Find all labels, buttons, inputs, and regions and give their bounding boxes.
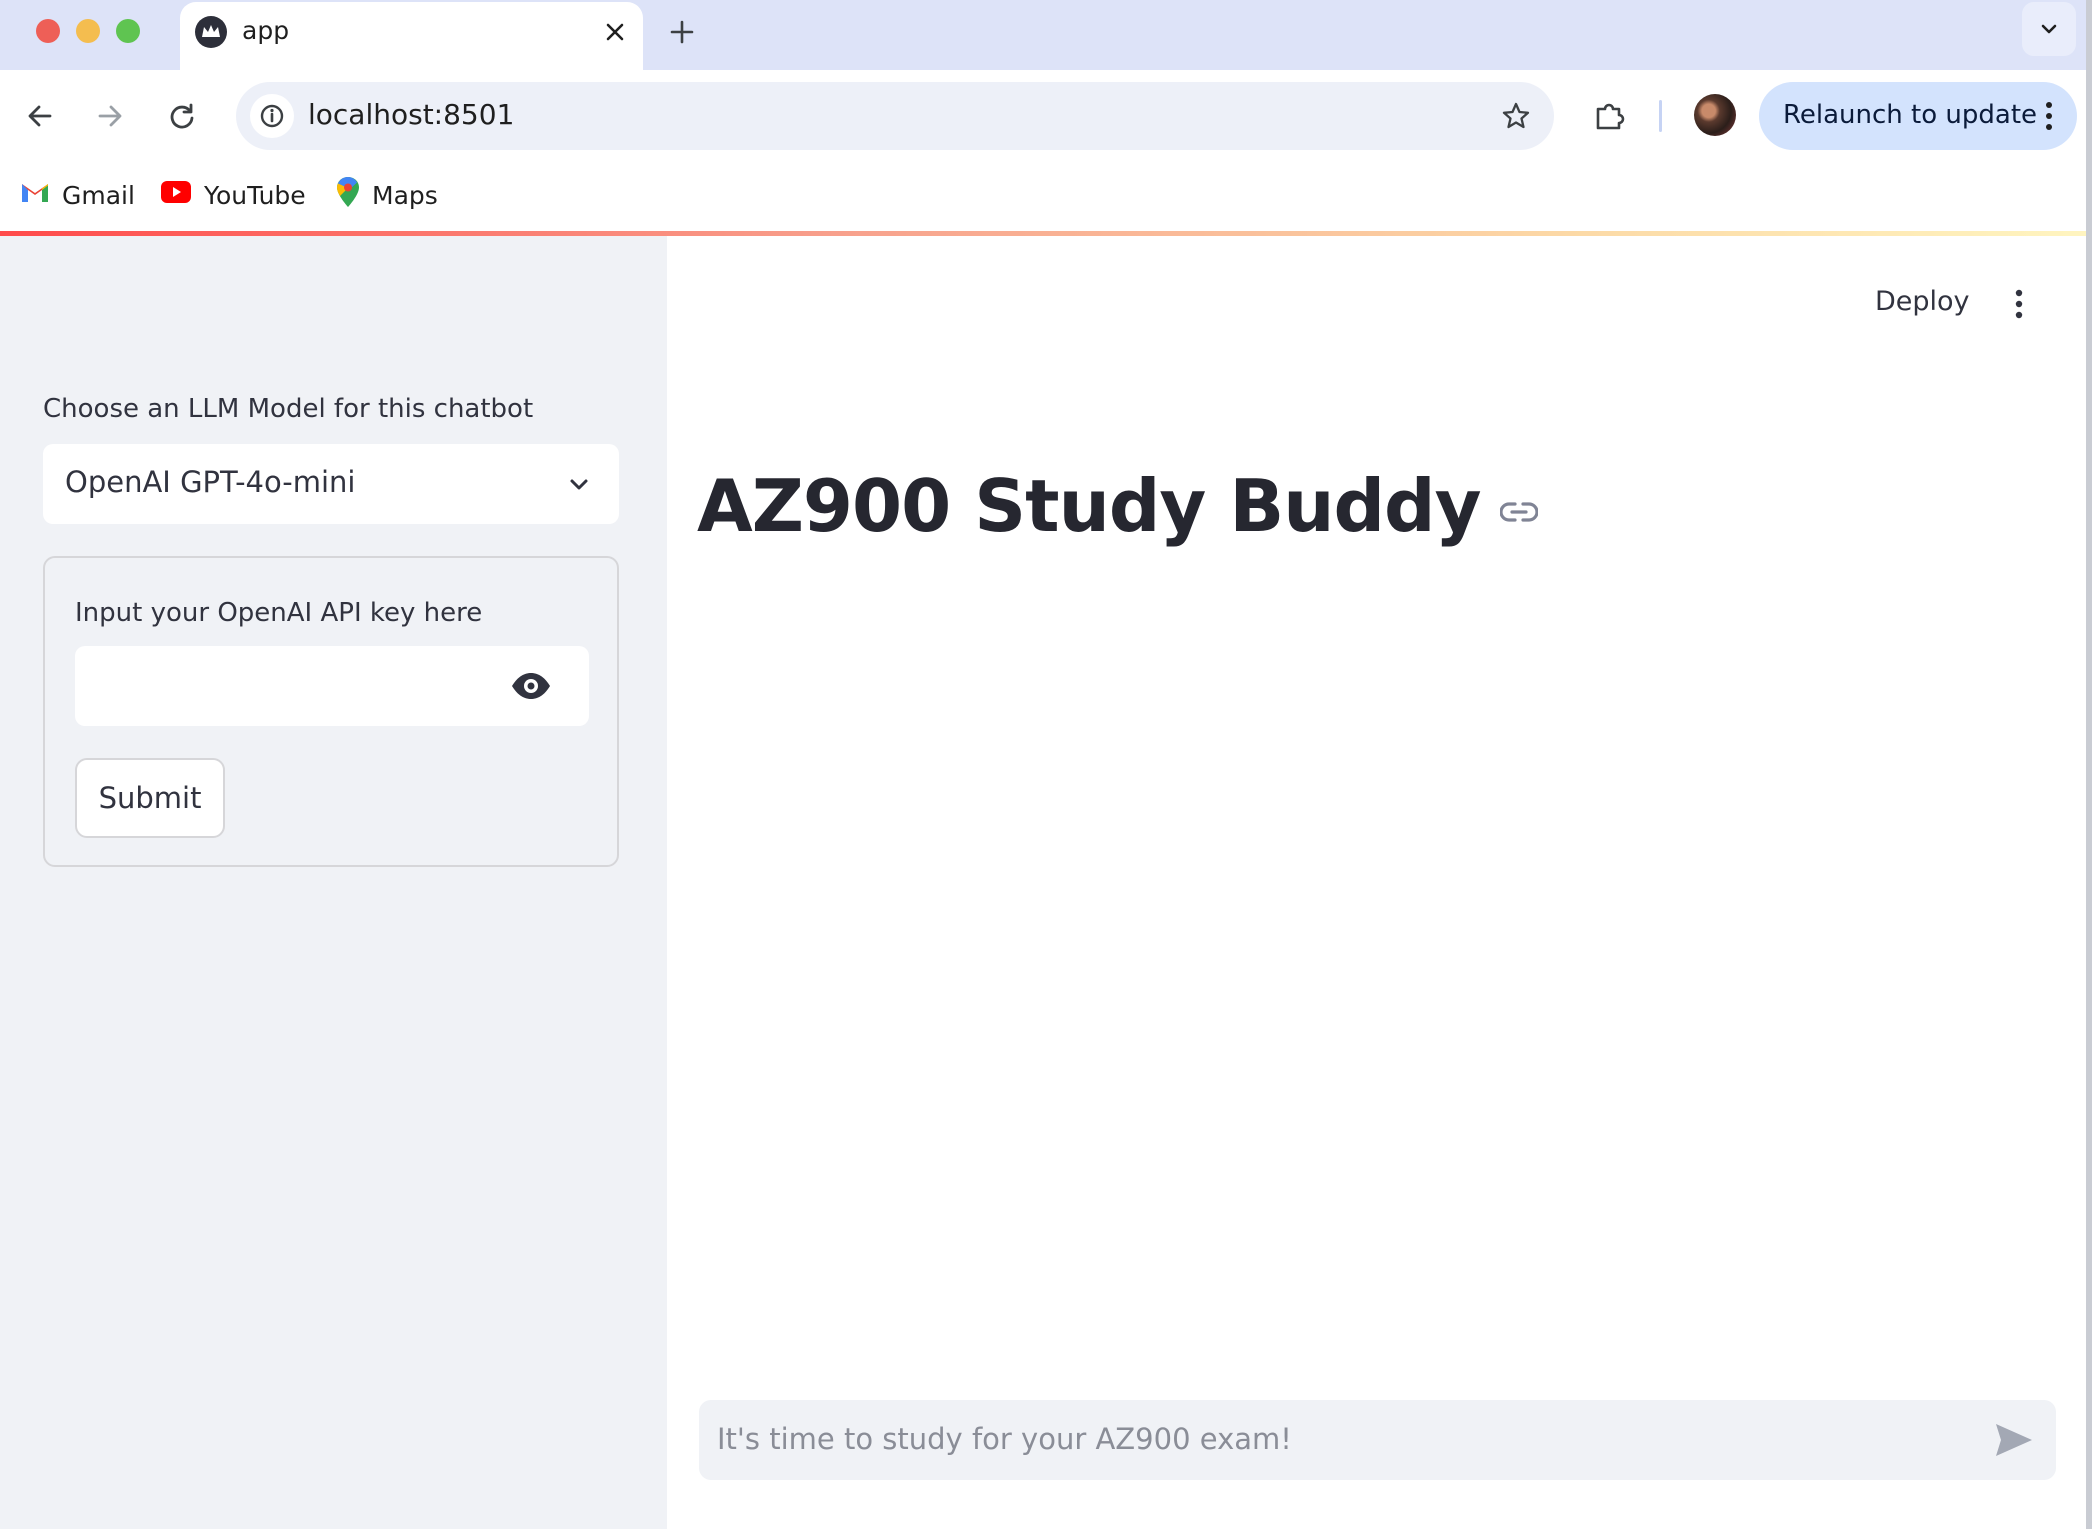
new-tab-plus-icon[interactable]: [664, 14, 700, 50]
chevron-down-icon[interactable]: [561, 466, 597, 502]
streamlit-favicon-icon: [195, 16, 227, 48]
chat-input-placeholder: It's time to study for your AZ900 exam!: [717, 1422, 1292, 1456]
bookmark-star-icon[interactable]: [1496, 96, 1536, 136]
bookmark-youtube[interactable]: YouTube: [160, 174, 306, 216]
address-url: localhost:8501: [308, 98, 515, 131]
bookmark-maps[interactable]: Maps: [336, 174, 438, 216]
window-minimize-button[interactable]: [76, 19, 100, 43]
submit-button[interactable]: Submit: [75, 758, 225, 838]
relaunch-label: Relaunch to update: [1783, 100, 2038, 130]
reload-icon[interactable]: [160, 94, 204, 138]
send-arrow-icon[interactable]: [1992, 1420, 2036, 1460]
model-select-label: Choose an LLM Model for this chatbot: [43, 394, 534, 424]
deploy-button[interactable]: Deploy: [1875, 286, 1970, 317]
tab-title: app: [242, 16, 290, 45]
window-edge: [2086, 0, 2092, 1529]
browser-toolbar: localhost:8501 Relaunch to update: [0, 70, 2092, 162]
window-zoom-button[interactable]: [116, 19, 140, 43]
app-menu-kebab-icon[interactable]: [2003, 286, 2035, 322]
profile-avatar[interactable]: [1694, 94, 1736, 136]
bookmarks-bar: Gmail YouTube Maps: [0, 162, 2092, 232]
browser-tabstrip: app: [0, 0, 2092, 70]
back-arrow-icon[interactable]: [18, 94, 62, 138]
relaunch-to-update-button[interactable]: Relaunch to update: [1759, 82, 2077, 150]
api-key-label: Input your OpenAI API key here: [75, 598, 483, 628]
site-info-icon[interactable]: [250, 94, 294, 138]
model-select-value: OpenAI GPT-4o-mini: [65, 465, 356, 499]
browser-tab-active[interactable]: app: [180, 2, 643, 70]
tab-search-chevron-down-icon[interactable]: [2022, 2, 2076, 56]
address-bar[interactable]: localhost:8501: [236, 82, 1554, 150]
toolbar-separator: [1659, 100, 1662, 132]
bookmark-label: YouTube: [204, 180, 306, 210]
bookmark-label: Maps: [372, 180, 438, 210]
api-key-form: Input your OpenAI API key here Submit: [43, 556, 619, 867]
main-content: Deploy AZ900 Study Buddy It's time to st…: [667, 236, 2092, 1529]
tab-close-icon[interactable]: [599, 16, 631, 48]
chat-input[interactable]: It's time to study for your AZ900 exam!: [699, 1400, 2056, 1480]
bookmark-gmail[interactable]: Gmail: [20, 174, 135, 216]
window-close-button[interactable]: [36, 19, 60, 43]
extensions-puzzle-icon[interactable]: [1587, 92, 1631, 140]
bookmark-label: Gmail: [62, 180, 135, 210]
show-password-eye-icon[interactable]: [509, 666, 553, 706]
title-row: AZ900 Study Buddy: [697, 464, 1541, 548]
youtube-icon: [160, 180, 192, 210]
forward-arrow-icon[interactable]: [88, 94, 132, 138]
maps-icon: [336, 176, 360, 214]
gmail-icon: [20, 180, 50, 210]
browser-menu-kebab-icon[interactable]: [2039, 98, 2059, 134]
page-title: AZ900 Study Buddy: [697, 464, 1482, 548]
link-anchor-icon[interactable]: [1497, 490, 1541, 534]
model-select[interactable]: OpenAI GPT-4o-mini: [43, 444, 619, 524]
sidebar: Choose an LLM Model for this chatbot Ope…: [0, 236, 667, 1529]
